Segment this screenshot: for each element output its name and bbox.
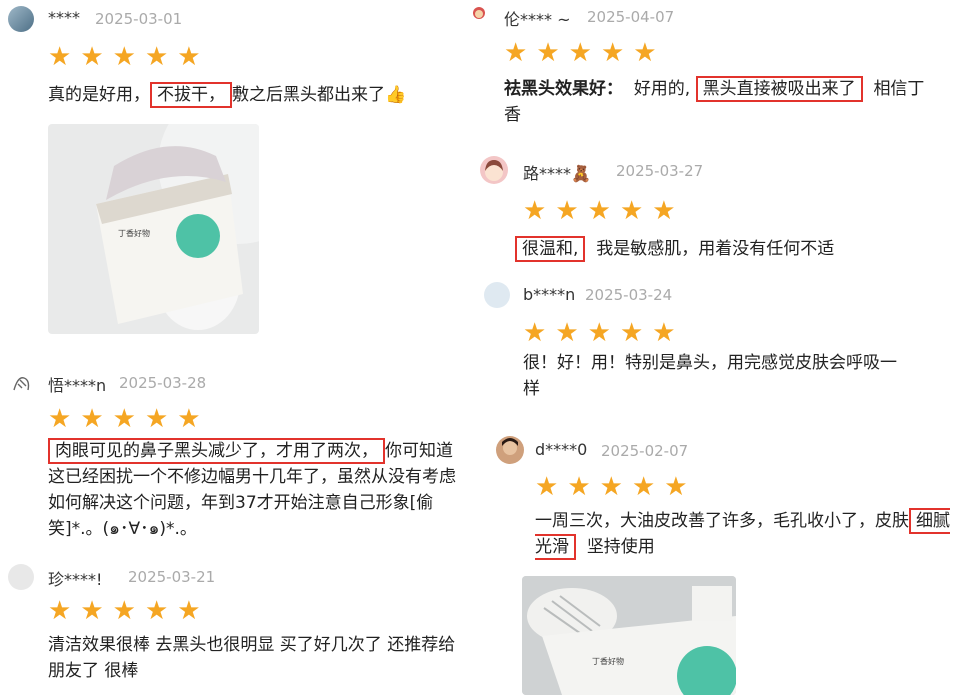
review-card: 悟****n 2025-03-28 ★ ★ ★ ★ ★ 肉眼可见的鼻子黑头减少了… xyxy=(0,364,470,554)
star-icon: ★ xyxy=(536,38,560,68)
star-icon: ★ xyxy=(555,318,579,348)
star-icon: ★ xyxy=(652,318,676,348)
star-icon: ★ xyxy=(48,42,72,72)
svg-text:丁香好物: 丁香好物 xyxy=(118,228,150,238)
avatar[interactable] xyxy=(8,6,34,32)
review-photo[interactable]: 丁香好物 xyxy=(48,124,259,334)
star-icon: ★ xyxy=(652,196,676,226)
avatar[interactable] xyxy=(8,370,34,396)
review-date: 2025-03-27 xyxy=(616,162,704,180)
star-icon: ★ xyxy=(112,404,136,434)
review-photo[interactable]: 丁香好物 xyxy=(522,576,736,695)
review-date: 2025-03-21 xyxy=(128,568,216,586)
star-icon: ★ xyxy=(523,196,547,226)
star-icon: ★ xyxy=(633,38,657,68)
review-text: 清洁效果很棒 去黑头也很明显 买了好几次了 还推荐给朋友了 很棒 xyxy=(48,635,456,681)
review-date: 2025-03-01 xyxy=(95,10,183,28)
star-rating: ★ ★ ★ ★ ★ xyxy=(48,598,201,624)
girl-avatar-icon xyxy=(485,160,503,181)
star-icon: ★ xyxy=(48,404,72,434)
star-icon: ★ xyxy=(619,196,644,226)
highlight-box: 肉眼可见的鼻子黑头减少了，才用了两次， xyxy=(48,438,385,464)
username[interactable]: d****0 xyxy=(535,440,587,459)
person-avatar-icon xyxy=(502,438,518,455)
avatar[interactable] xyxy=(496,436,524,464)
review-text: 真的是好用， 不拔干， 敷之后黑头都出来了👍 xyxy=(48,82,458,108)
star-rating: ★ ★ ★ ★ ★ xyxy=(523,198,676,224)
avatar[interactable] xyxy=(8,564,34,590)
sketch-avatar-icon xyxy=(13,377,30,391)
star-icon: ★ xyxy=(80,42,104,72)
star-icon: ★ xyxy=(177,42,201,72)
username[interactable]: 路****🧸 xyxy=(523,160,591,184)
review-card: d****0 2025-02-07 ★ ★ ★ ★ ★ 一周三次，大油皮改善了许… xyxy=(470,432,960,695)
star-rating: ★ ★ ★ ★ ★ xyxy=(48,406,201,432)
review-text: 祛黑头效果好： 好用的, 黑头直接被吸出来了 相信丁香 xyxy=(504,76,929,128)
star-icon: ★ xyxy=(80,404,104,434)
star-rating: ★ ★ ★ ★ ★ xyxy=(48,44,201,70)
avatar[interactable] xyxy=(470,4,488,22)
avatar[interactable] xyxy=(480,156,508,184)
review-text: 很！好！用！特别是鼻头，用完感觉皮肤会呼吸一样 xyxy=(523,353,897,399)
star-icon: ★ xyxy=(80,596,104,626)
star-icon: ★ xyxy=(177,404,201,434)
review-text: 很温和, 我是敏感肌，用着没有任何不适 xyxy=(515,236,935,262)
review-text: 肉眼可见的鼻子黑头减少了，才用了两次， 你可知道这已经困扰一个不修边幅男十几年了，… xyxy=(48,438,463,542)
review-date: 2025-04-07 xyxy=(587,8,675,26)
username[interactable]: b****n xyxy=(523,285,575,304)
review-card: **** 2025-03-01 ★ ★ ★ ★ ★ 真的是好用， 不拔干， 敷之后黑… xyxy=(0,0,470,350)
review-date: 2025-03-24 xyxy=(585,286,673,304)
username[interactable]: 珍****! xyxy=(48,566,102,590)
star-icon: ★ xyxy=(619,318,644,348)
star-rating: ★ ★ ★ ★ ★ xyxy=(504,40,657,66)
highlight-box: 很温和, xyxy=(515,236,586,262)
star-icon: ★ xyxy=(144,42,169,72)
star-icon: ★ xyxy=(504,38,528,68)
username[interactable]: 悟****n xyxy=(48,372,106,396)
star-icon: ★ xyxy=(587,196,611,226)
star-icon: ★ xyxy=(112,596,136,626)
star-icon: ★ xyxy=(48,596,72,626)
star-icon: ★ xyxy=(535,472,559,502)
star-icon: ★ xyxy=(177,596,201,626)
svg-text:丁香好物: 丁香好物 xyxy=(592,656,624,666)
review-card: 珍****! 2025-03-21 ★ ★ ★ ★ ★ 清洁效果很棒 去黑头也很… xyxy=(0,562,470,695)
star-icon: ★ xyxy=(112,42,136,72)
star-icon: ★ xyxy=(664,472,688,502)
review-card: 路****🧸 2025-03-27 ★ ★ ★ ★ ★ 很温和, 我是敏感肌，用… xyxy=(470,152,960,272)
star-icon: ★ xyxy=(599,472,623,502)
star-icon: ★ xyxy=(600,38,625,68)
cartoon-avatar-icon xyxy=(473,7,485,19)
review-date: 2025-02-07 xyxy=(601,442,689,460)
star-icon: ★ xyxy=(555,196,579,226)
avatar[interactable] xyxy=(484,282,510,308)
highlight-box: 黑头直接被吸出来了 xyxy=(695,76,863,102)
username[interactable]: 伦**** ~ xyxy=(504,6,571,30)
star-rating: ★ ★ ★ ★ ★ xyxy=(523,320,676,346)
star-icon: ★ xyxy=(568,38,592,68)
review-card: 伦**** ~ 2025-04-07 ★ ★ ★ ★ ★ 祛黑头效果好： 好用的… xyxy=(470,0,960,145)
star-icon: ★ xyxy=(567,472,591,502)
star-icon: ★ xyxy=(631,472,656,502)
review-text: 一周三次，大油皮改善了许多，毛孔收小了，皮肤 细腻光滑 坚持使用 xyxy=(535,508,950,560)
star-rating: ★ ★ ★ ★ ★ xyxy=(535,474,688,500)
star-icon: ★ xyxy=(144,596,169,626)
star-icon: ★ xyxy=(523,318,547,348)
product-box-image: 丁香好物 xyxy=(522,576,736,695)
review-card: b****n 2025-03-24 ★ ★ ★ ★ ★ 很！好！用！特别是鼻头，… xyxy=(470,278,960,408)
star-icon: ★ xyxy=(144,404,169,434)
review-date: 2025-03-28 xyxy=(119,374,207,392)
product-jar-image: 丁香好物 xyxy=(96,124,259,330)
highlight-box: 不拔干， xyxy=(150,82,232,108)
username[interactable]: **** xyxy=(48,8,80,27)
star-icon: ★ xyxy=(587,318,611,348)
